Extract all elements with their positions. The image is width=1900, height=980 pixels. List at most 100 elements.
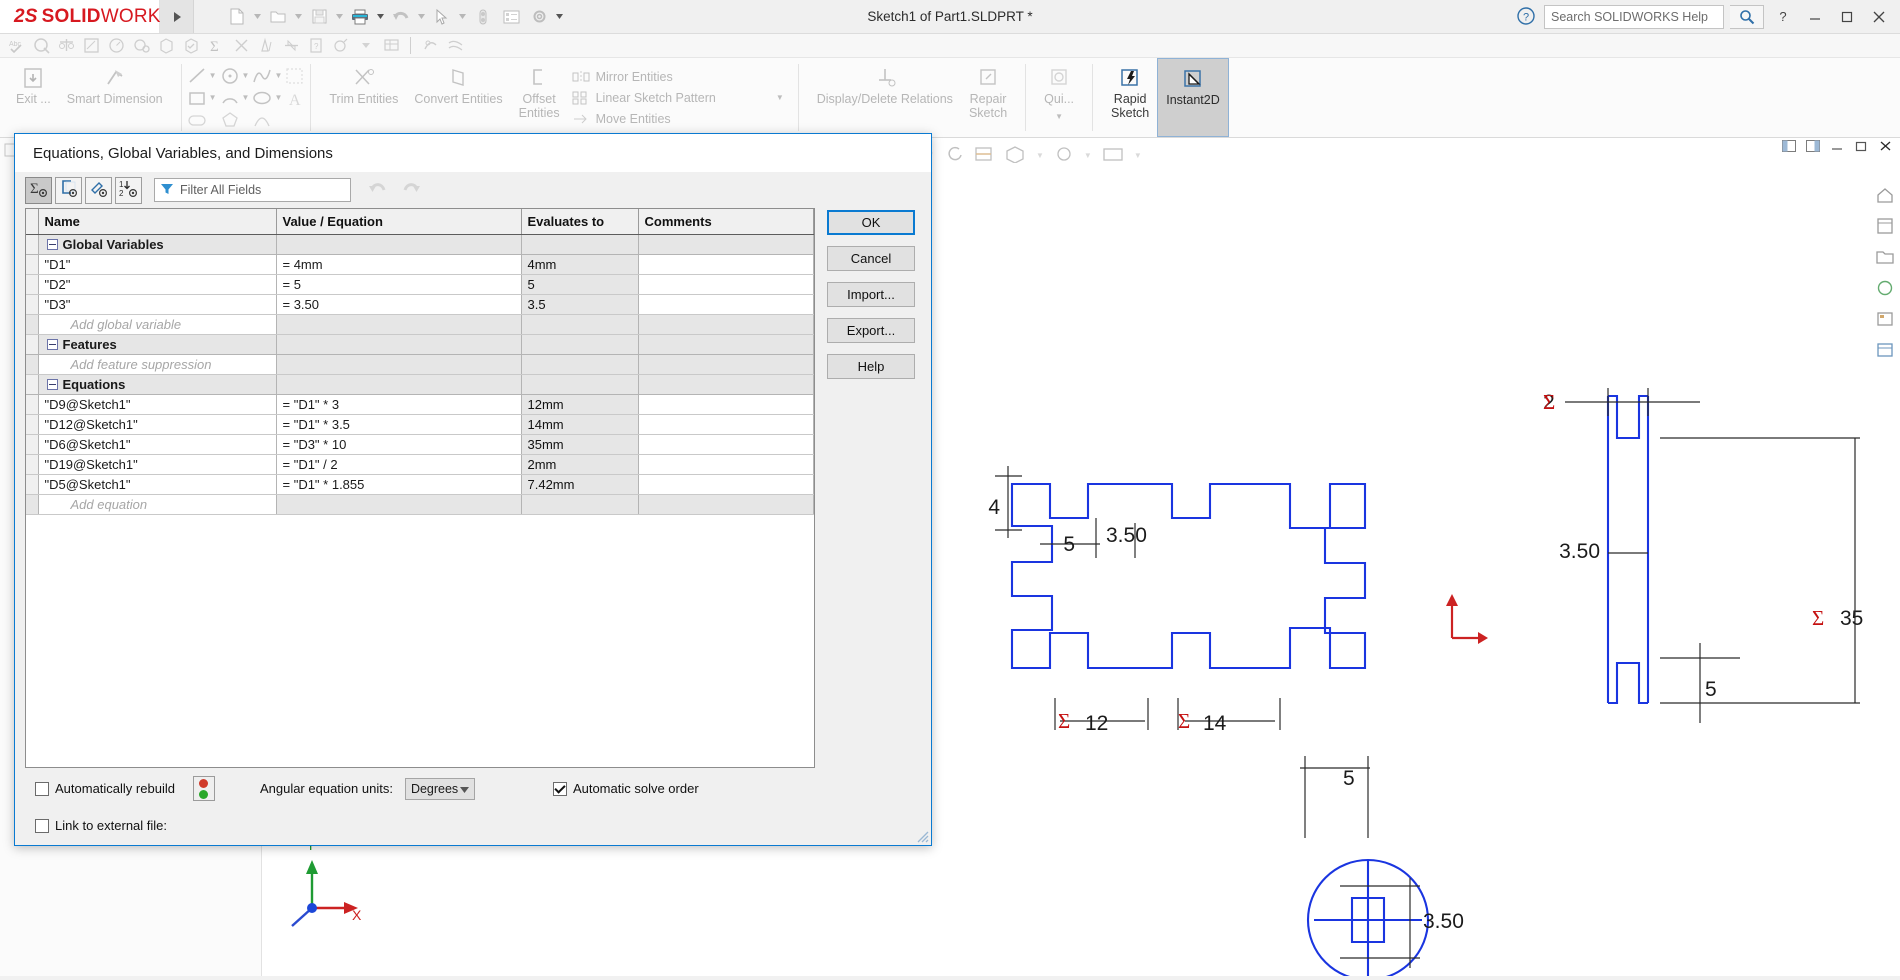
measure-icon[interactable] [31,36,51,56]
equation-comments-cell[interactable] [638,374,814,395]
column-header-evaluates[interactable]: Evaluates to [521,209,639,235]
maximize-icon[interactable] [1834,4,1860,30]
sensor-icon[interactable] [106,36,126,56]
quick-snaps-button[interactable]: Qui... ▼ [1036,58,1082,137]
save-caret-icon[interactable] [334,4,345,30]
compare-documents-icon[interactable]: ? [306,36,326,56]
table-row[interactable]: "D19@Sketch1" = "D1" / 2 2mm [26,454,814,475]
automatically-rebuild-checkbox[interactable] [35,781,49,796]
equations-table-container[interactable]: Name Value / Equation Evaluates to Comme… [25,208,815,768]
arc-tool[interactable]: ▼ [219,88,250,108]
column-header-value[interactable]: Value / Equation [276,209,522,235]
chevron-down-icon[interactable]: ▼ [209,93,217,102]
symmetry-check-icon[interactable] [281,36,301,56]
table-row[interactable]: "D2" = 55 [26,274,814,295]
row-selector[interactable] [26,394,39,415]
traffic-light-icon[interactable] [192,776,215,801]
table-placeholder-row[interactable]: Add global variable [26,314,814,335]
table-placeholder-row[interactable]: Add equation [26,494,814,515]
equation-value-cell[interactable]: = "D1" * 3.5 [276,414,522,435]
help-button[interactable]: Help [827,354,915,379]
check-geometry-icon[interactable] [156,36,176,56]
equations-dialog[interactable]: Equations, Global Variables, and Dimensi… [14,133,932,846]
new-document-icon[interactable] [224,4,250,30]
offset-entities-button[interactable]: Offset Entities [511,58,568,137]
table-row[interactable]: "D12@Sketch1" = "D1" * 3.5 14mm [26,414,814,435]
equation-name-cell[interactable]: "D12@Sketch1" [38,414,277,435]
flow-simulation-icon[interactable] [445,36,465,56]
angular-units-select[interactable]: Degrees [404,777,475,800]
geometry-analysis-icon[interactable] [181,36,201,56]
slot-tool[interactable] [186,110,217,130]
mass-properties-icon[interactable] [56,36,76,56]
search-input[interactable]: Search SOLIDWORKS Help [1544,4,1724,29]
linear-sketch-pattern-button[interactable]: Linear Sketch Pattern ▼ [568,89,788,107]
table-row[interactable]: "D9@Sketch1" = "D1" * 3 12mm [26,394,814,415]
convert-entities-button[interactable]: Convert Entities [406,58,510,137]
equation-name-cell[interactable]: "D3" [38,294,277,315]
row-selector[interactable] [26,454,39,475]
table-row[interactable]: "D1" = 4mm 4mm [26,254,814,275]
close-icon[interactable] [1866,4,1892,30]
select-caret-icon[interactable] [457,4,468,30]
equation-value-cell[interactable] [276,494,522,515]
equation-comments-cell[interactable] [638,334,814,355]
open-caret-icon[interactable] [293,4,304,30]
group-name-cell[interactable]: Global Variables [38,234,277,255]
chevron-down-icon[interactable]: ▼ [1055,112,1063,121]
move-entities-button[interactable]: Move Entities [568,110,788,128]
equation-value-cell[interactable] [276,374,522,395]
row-selector[interactable] [26,434,39,455]
ok-button[interactable]: OK [827,210,915,235]
equation-value-cell[interactable]: = 5 [276,274,522,295]
chevron-down-icon[interactable]: ▼ [242,71,250,80]
group-name-cell[interactable]: Equations [38,374,277,395]
equation-comments-cell[interactable] [638,254,814,275]
import-diagnostics-icon[interactable] [331,36,351,56]
equation-comments-cell[interactable] [638,494,814,515]
gear-caret-icon[interactable] [554,4,565,30]
interference-detection-icon[interactable] [231,36,251,56]
equation-name-cell[interactable]: "D9@Sketch1" [38,394,277,415]
row-selector[interactable] [26,294,39,315]
print-icon[interactable] [347,4,373,30]
chevron-down-icon[interactable]: ▼ [776,93,784,102]
group-name-cell[interactable]: Features [38,334,277,355]
performance-evaluation-icon[interactable] [131,36,151,56]
equation-value-cell[interactable] [276,354,522,375]
select-cursor-icon[interactable] [429,4,455,30]
table-row[interactable]: "D3" = 3.50 3.5 [26,294,814,315]
undo-icon[interactable] [388,4,414,30]
export-button[interactable]: Export... [827,318,915,343]
equation-value-cell[interactable]: = "D1" * 1.855 [276,474,522,495]
filter-input[interactable]: Filter All Fields [154,178,351,202]
parabola-tool[interactable] [251,110,282,130]
undo-button[interactable] [364,177,392,203]
equation-comments-cell[interactable] [638,234,814,255]
instant2d-button[interactable]: Instant2D [1157,58,1229,137]
table-row[interactable]: "D6@Sketch1" = "D3" * 10 35mm [26,434,814,455]
row-selector[interactable] [26,354,39,375]
equation-value-cell[interactable] [276,234,522,255]
row-selector[interactable] [26,274,39,295]
line-tool[interactable]: ▼ [186,66,217,86]
polygon-tool[interactable] [219,110,250,130]
table-placeholder-row[interactable]: Add feature suppression [26,354,814,375]
smart-dimension-button[interactable]: Smart Dimension [59,58,171,137]
tools-caret-icon[interactable] [356,36,376,56]
ordered-view-button[interactable]: 12 [115,176,142,204]
chevron-down-icon[interactable]: ▼ [242,93,250,102]
equation-comments-cell[interactable] [638,454,814,475]
chevron-down-icon[interactable]: ▼ [209,71,217,80]
row-selector[interactable] [26,494,39,515]
section-properties-icon[interactable] [81,36,101,56]
sketch-fillet-tool[interactable] [284,66,306,86]
cancel-button[interactable]: Cancel [827,246,915,271]
equation-comments-cell[interactable] [638,474,814,495]
equation-comments-cell[interactable] [638,274,814,295]
equation-view-button[interactable]: Σ [25,176,52,204]
equation-value-cell[interactable]: = 3.50 [276,294,522,315]
help-icon[interactable]: ? [1516,6,1538,28]
equation-name-cell[interactable]: "D2" [38,274,277,295]
chevron-down-icon[interactable]: ▼ [274,71,282,80]
